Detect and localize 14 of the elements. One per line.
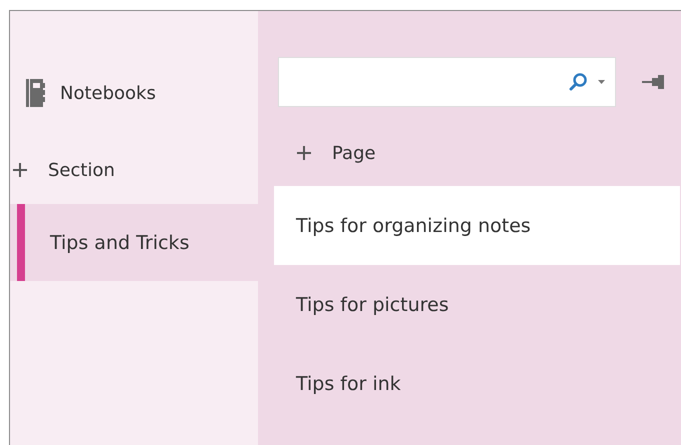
plus-icon [12,162,28,178]
page-item[interactable]: Tips for ink [274,344,680,423]
plus-icon [296,145,312,161]
add-section-button[interactable]: Section [12,150,258,190]
search-icon [568,72,588,92]
pin-icon[interactable] [642,75,666,89]
section-tab[interactable]: Tips and Tricks [10,204,258,281]
search-field[interactable] [278,57,616,107]
add-page-button[interactable]: Page [296,133,681,173]
page-item[interactable]: Tips for pictures [274,265,680,344]
notebook-icon [24,78,46,108]
dropdown-caret-icon[interactable] [598,80,605,84]
page-item[interactable]: Tips for organizing notes [274,186,680,265]
notebooks-button[interactable]: Notebooks [24,68,258,118]
